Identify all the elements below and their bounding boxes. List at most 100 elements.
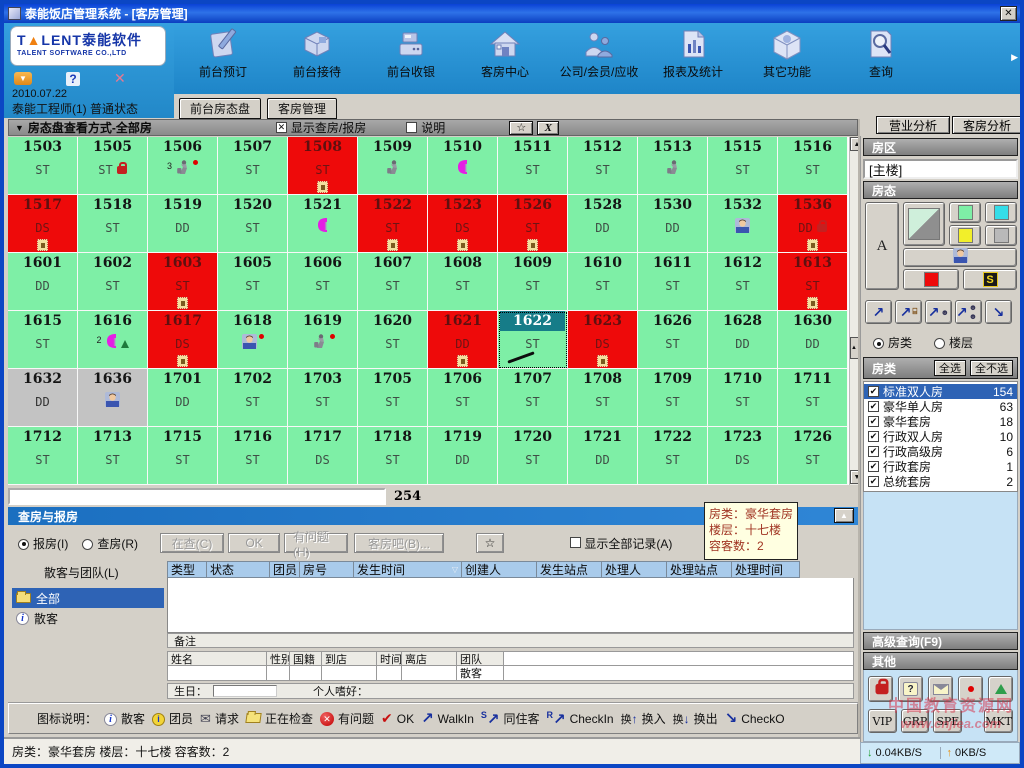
room-cell-1611[interactable]: 1611ST	[638, 253, 708, 311]
status-red-button[interactable]	[903, 269, 959, 290]
room-cell-1513[interactable]: 1513	[638, 137, 708, 195]
roomtype-item-2[interactable]: ✔豪华单人房63	[864, 399, 1017, 414]
guest-cell-7[interactable]: 散客	[457, 666, 504, 681]
table-header-8[interactable]: 处理人	[602, 561, 667, 578]
room-cell-1718[interactable]: 1718ST	[358, 427, 428, 485]
room-cell-1616[interactable]: 16162	[78, 311, 148, 369]
table-header-3[interactable]: 团员	[270, 561, 300, 578]
select-none-button[interactable]: 全不选	[970, 360, 1013, 376]
status-guest-button[interactable]	[903, 248, 1017, 267]
room-cell-1601[interactable]: 1601DD	[8, 253, 78, 311]
room-cell-1617[interactable]: 1617DS	[148, 311, 218, 369]
room-cell-1615[interactable]: 1615ST	[8, 311, 78, 369]
room-cell-1703[interactable]: 1703ST	[288, 369, 358, 427]
room-cell-1713[interactable]: 1713ST	[78, 427, 148, 485]
message-button[interactable]	[928, 676, 953, 702]
room-cell-1526[interactable]: 1526ST	[498, 195, 568, 253]
code-button-vip[interactable]: VIP	[868, 709, 897, 733]
roomtype-item-7[interactable]: ✔总统套房2	[864, 474, 1017, 489]
clean-arrow-button[interactable]: ↗⌸	[895, 300, 922, 324]
room-cell-1702[interactable]: 1702ST	[218, 369, 288, 427]
room-cell-1621[interactable]: 1621DD	[428, 311, 498, 369]
room-filter-input[interactable]	[8, 488, 386, 505]
code-button-spe[interactable]: SPE	[933, 709, 962, 733]
inspect-radio[interactable]	[82, 539, 93, 550]
room-cell-1626[interactable]: 1626ST	[638, 311, 708, 369]
room-cell-1722[interactable]: 1722ST	[638, 427, 708, 485]
guest-cell-4[interactable]	[322, 666, 377, 681]
room-cell-1723[interactable]: 1723DS	[708, 427, 778, 485]
toolbar-button-8[interactable]: 查询	[834, 25, 928, 89]
room-cell-1512[interactable]: 1512ST	[568, 137, 638, 195]
roomtype-item-4[interactable]: ✔行政双人房10	[864, 429, 1017, 444]
room-analysis-button[interactable]: 客房分析	[952, 116, 1022, 134]
guest-cell-5[interactable]	[377, 666, 402, 681]
room-cell-1606[interactable]: 1606ST	[288, 253, 358, 311]
mail-dropdown-icon[interactable]: ▼	[14, 72, 32, 85]
roomtype-checkbox[interactable]: ✔	[868, 431, 879, 442]
toolbar-button-1[interactable]: 前台预订	[176, 25, 270, 89]
room-cell-1716[interactable]: 1716ST	[218, 427, 288, 485]
collapse-section-button[interactable]: ▲	[834, 508, 854, 523]
room-cell-1721[interactable]: 1721DD	[568, 427, 638, 485]
question-note-button[interactable]: ?	[898, 676, 923, 702]
star-button[interactable]: ☆	[476, 533, 504, 553]
note-checkbox[interactable]	[406, 122, 417, 133]
floor-radio[interactable]	[934, 338, 945, 349]
room-cell-1603[interactable]: 1603ST	[148, 253, 218, 311]
room-cell-1706[interactable]: 1706ST	[428, 369, 498, 427]
room-cell-1622[interactable]: 1622ST	[498, 311, 568, 369]
roomtype-item-1[interactable]: ✔标准双人房154	[864, 384, 1017, 399]
room-cell-1511[interactable]: 1511ST	[498, 137, 568, 195]
guest-cell-6[interactable]	[402, 666, 457, 681]
room-cell-1608[interactable]: 1608ST	[428, 253, 498, 311]
room-cell-1613[interactable]: 1613ST	[778, 253, 848, 311]
guest-arrow-button[interactable]: ↗☻	[925, 300, 952, 324]
roomtype-checkbox[interactable]: ✔	[868, 446, 879, 457]
room-cell-1523[interactable]: 1523DS	[428, 195, 498, 253]
table-header-9[interactable]: 处理站点	[667, 561, 732, 578]
table-header-4[interactable]: 房号	[300, 561, 354, 578]
room-cell-1536[interactable]: 1536DD	[778, 195, 848, 253]
room-cell-1632[interactable]: 1632DD	[8, 369, 78, 427]
room-cell-1506[interactable]: 15063	[148, 137, 218, 195]
room-cell-1701[interactable]: 1701DD	[148, 369, 218, 427]
room-cell-1712[interactable]: 1712ST	[8, 427, 78, 485]
roomtype-item-3[interactable]: ✔豪华套房18	[864, 414, 1017, 429]
green-triangle-button[interactable]	[988, 676, 1013, 702]
red-dot-button[interactable]	[958, 676, 983, 702]
roomtype-radio[interactable]	[873, 338, 884, 349]
tab-front-room-board[interactable]: 前台房态盘	[179, 98, 261, 119]
room-cell-1630[interactable]: 1630DD	[778, 311, 848, 369]
table-header-10[interactable]: 处理时间	[732, 561, 800, 578]
room-cell-1505[interactable]: 1505ST	[78, 137, 148, 195]
close-board-button[interactable]: X	[537, 121, 559, 135]
room-cell-1517[interactable]: 1517DS	[8, 195, 78, 253]
room-cell-1711[interactable]: 1711ST	[778, 369, 848, 427]
guest-cell-2[interactable]	[267, 666, 290, 681]
room-cell-1619[interactable]: 1619	[288, 311, 358, 369]
window-close-button[interactable]: ✕	[1000, 6, 1017, 21]
room-cell-1609[interactable]: 1609ST	[498, 253, 568, 311]
toolbar-button-2[interactable]: 前台接待	[270, 25, 364, 89]
tab-room-management[interactable]: 客房管理	[267, 98, 337, 119]
group-arrow-button[interactable]: ↗☻☻	[955, 300, 982, 324]
room-cell-1522[interactable]: 1522ST	[358, 195, 428, 253]
room-bar-button[interactable]: 客房吧(B)...	[354, 533, 444, 553]
code-button-mkt[interactable]: MKT	[984, 709, 1013, 733]
room-cell-1605[interactable]: 1605ST	[218, 253, 288, 311]
tree-item-all[interactable]: 全部	[12, 588, 164, 608]
inspect-table-body[interactable]	[167, 578, 854, 633]
area-select-input[interactable]: [主楼]	[863, 159, 1018, 179]
birthday-field[interactable]	[213, 685, 277, 697]
table-header-6[interactable]: 创建人	[462, 561, 537, 578]
room-cell-1726[interactable]: 1726ST	[778, 427, 848, 485]
help-icon[interactable]: ?	[66, 72, 80, 86]
room-cell-1636[interactable]: 1636	[78, 369, 148, 427]
room-cell-1623[interactable]: 1623DS	[568, 311, 638, 369]
status-cyan-button[interactable]	[985, 202, 1017, 223]
room-cell-1528[interactable]: 1528DD	[568, 195, 638, 253]
room-cell-1707[interactable]: 1707ST	[498, 369, 568, 427]
table-header-5[interactable]: 发生时间▽	[354, 561, 462, 578]
ok-button[interactable]: OK	[228, 533, 280, 553]
